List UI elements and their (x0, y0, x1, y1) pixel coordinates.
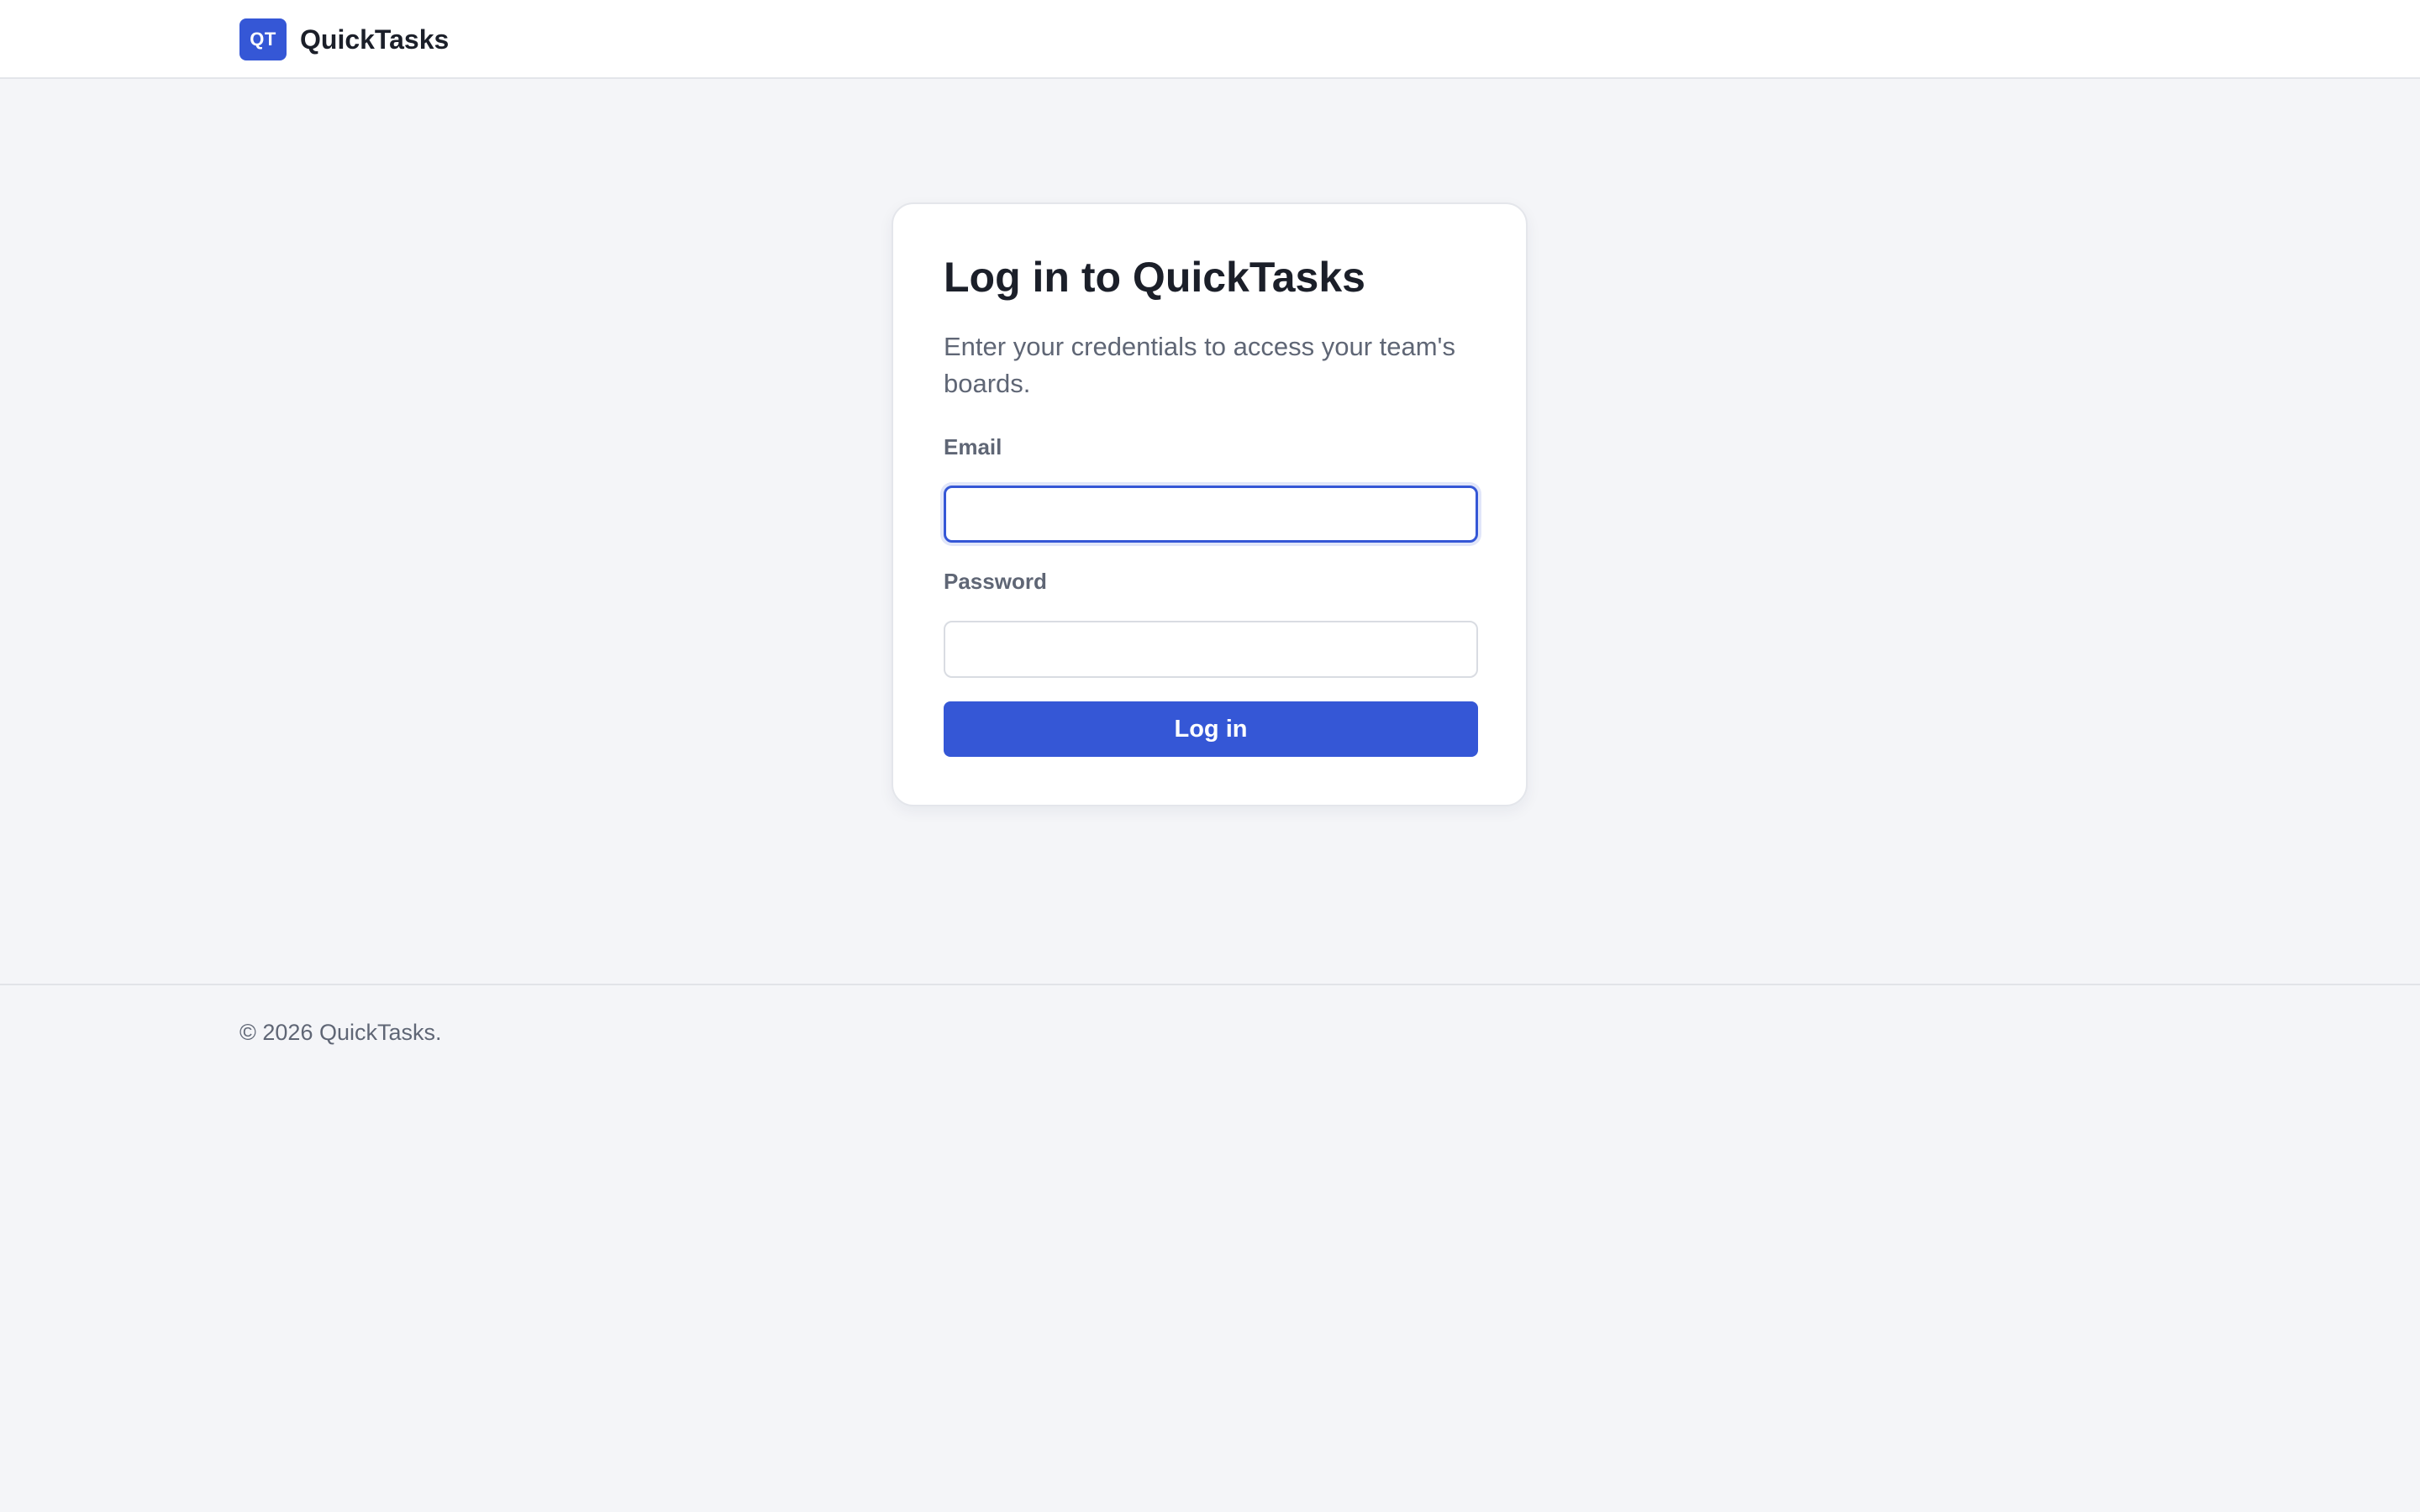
login-title: Log in to QuickTasks (944, 254, 1365, 301)
login-card: Log in to QuickTasks Enter your credenti… (892, 202, 1528, 806)
page: QT QuickTasks Log in to QuickTasks Enter… (0, 0, 2420, 1512)
brand-home-link[interactable]: QT QuickTasks (239, 18, 449, 60)
email-label: Email (944, 434, 1002, 459)
top-navigation-bar: QT QuickTasks (0, 0, 2420, 79)
log-in-button[interactable]: Log in (944, 701, 1478, 757)
brand-name: QuickTasks (300, 24, 450, 55)
footer-divider (0, 984, 2420, 985)
login-subtitle: Enter your credentials to access your te… (944, 332, 1455, 398)
email-field[interactable] (944, 486, 1478, 543)
password-label: Password (944, 569, 1047, 594)
footer-copyright: © 2026 QuickTasks. (239, 1020, 442, 1045)
password-field[interactable] (944, 621, 1478, 678)
brand-logo-icon: QT (239, 18, 287, 60)
